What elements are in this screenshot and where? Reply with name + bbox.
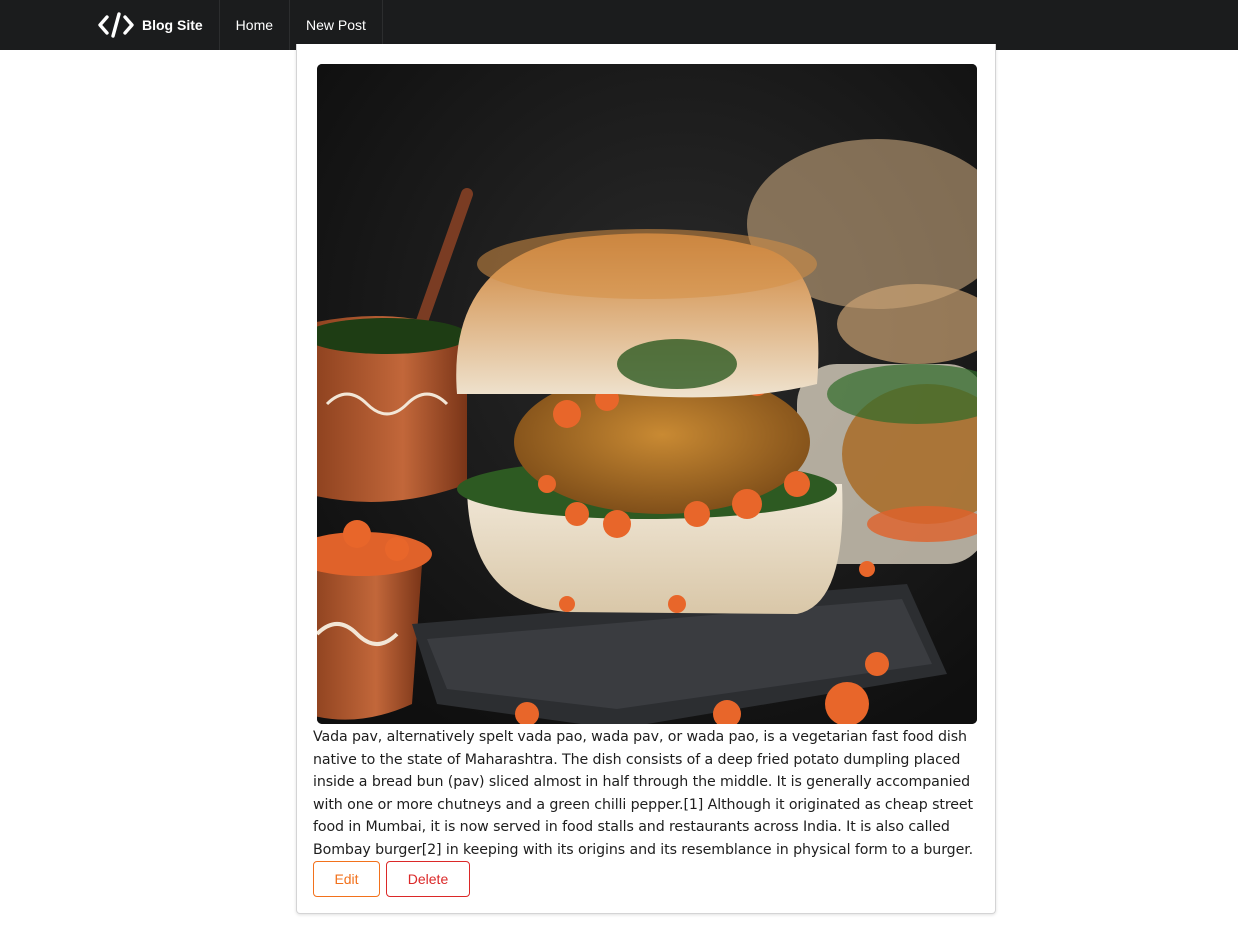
brand-link[interactable]: Blog Site <box>98 0 220 50</box>
delete-button[interactable]: Delete <box>386 861 470 897</box>
post-image <box>317 64 977 724</box>
nav-home-link[interactable]: Home <box>220 0 291 50</box>
code-icon <box>98 12 134 38</box>
post-card: Vada pav, alternatively spelt vada pao, … <box>296 44 996 914</box>
brand-title: Blog Site <box>142 17 203 33</box>
edit-button[interactable]: Edit <box>313 861 380 897</box>
nav-new-post-link[interactable]: New Post <box>290 0 383 50</box>
top-navbar: Blog Site Home New Post <box>0 0 1238 50</box>
